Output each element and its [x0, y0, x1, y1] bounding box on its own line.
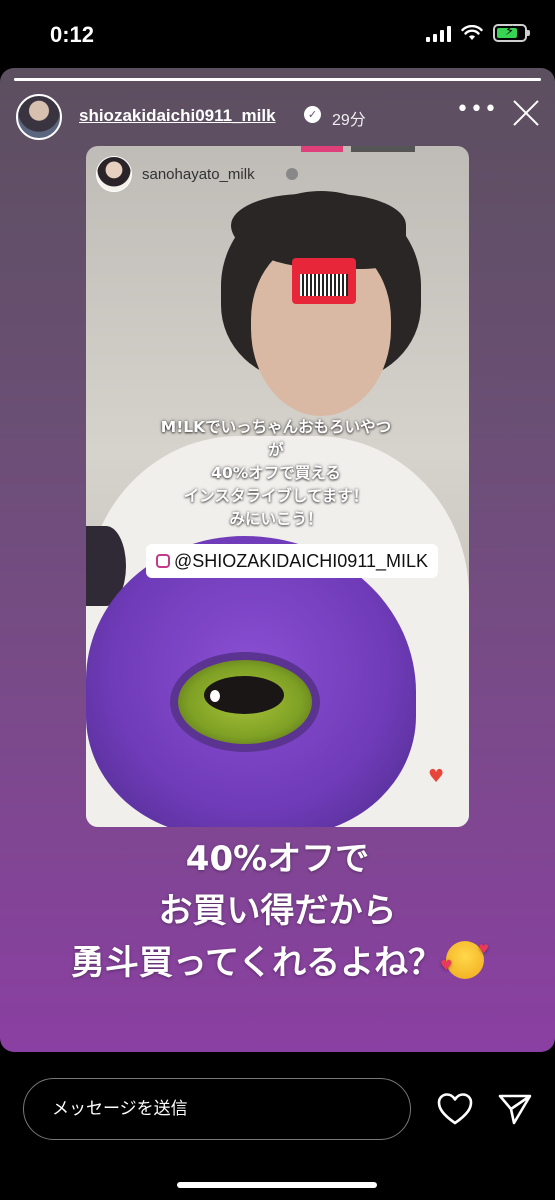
- avatar[interactable]: [16, 94, 62, 140]
- status-bar: 0:12 ⚡: [0, 0, 555, 68]
- story-username[interactable]: shiozakidaichi0911_milk: [79, 106, 276, 126]
- status-icons: ⚡: [426, 24, 530, 42]
- story-header: shiozakidaichi0911_milk ✓ 29分 •••: [16, 92, 541, 142]
- close-icon[interactable]: [510, 96, 542, 128]
- overlay-text: M!LKでいっちゃんおもろいやつ が 40%オフで買える インスタライブしてます…: [160, 418, 392, 528]
- battery-charging-icon: ⚡: [493, 24, 530, 42]
- instagram-icon: [156, 554, 170, 568]
- heart-reaction-icon: ♥: [428, 766, 445, 787]
- smiling-face-with-hearts-icon: [440, 941, 489, 979]
- message-input[interactable]: [23, 1078, 411, 1140]
- price-sticker: [292, 258, 356, 304]
- story-progress-bar: [14, 78, 541, 81]
- reshared-story[interactable]: sanohayato_milk M!LKでいっちゃんおもろいやつ が 40%オフ…: [86, 146, 469, 827]
- paper-plane-icon[interactable]: [498, 1092, 532, 1126]
- story-age: 29分: [332, 112, 366, 129]
- cellular-signal-icon: [426, 24, 451, 42]
- story-viewer[interactable]: shiozakidaichi0911_milk ✓ 29分 ••• sanoha…: [0, 68, 555, 1052]
- inner-avatar[interactable]: [96, 156, 132, 192]
- wifi-icon: [461, 25, 483, 40]
- heart-outline-icon[interactable]: [437, 1092, 473, 1126]
- verified-badge-icon: ✓: [304, 106, 321, 123]
- inner-username[interactable]: sanohayato_milk: [142, 166, 255, 183]
- more-options-icon[interactable]: •••: [456, 98, 497, 128]
- home-indicator[interactable]: [177, 1182, 377, 1188]
- mention-sticker[interactable]: @SHIOZAKIDAICHI0911_MILK: [146, 544, 439, 578]
- status-time: 0:12: [50, 22, 95, 47]
- story-caption: 40%オフで お買い得だから 勇斗買ってくれるよね？: [0, 833, 555, 989]
- inner-verified-badge-icon: [286, 168, 298, 180]
- reply-bar: [0, 1052, 555, 1200]
